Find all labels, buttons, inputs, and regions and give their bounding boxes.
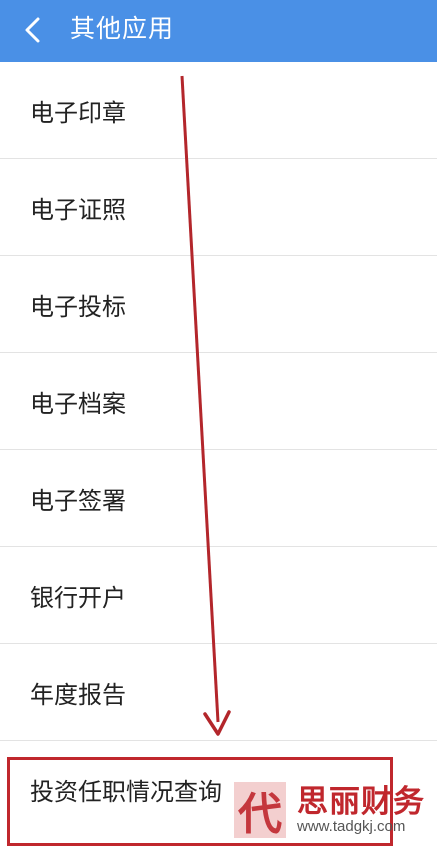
list-item-bank-account-opening[interactable]: 银行开户: [0, 547, 437, 644]
list-item-electronic-signing[interactable]: 电子签署: [0, 450, 437, 547]
list-item-electronic-bidding[interactable]: 电子投标: [0, 256, 437, 353]
list-item-annual-report[interactable]: 年度报告: [0, 644, 437, 741]
chevron-left-icon[interactable]: [18, 14, 48, 46]
app-header: 其他应用: [0, 0, 437, 62]
page-title: 其他应用: [70, 14, 175, 43]
watermark-url: www.tadgkj.com: [297, 818, 406, 835]
list-item-electronic-license[interactable]: 电子证照: [0, 159, 437, 256]
watermark-name: 思丽财务: [297, 784, 425, 820]
watermark-stamp: 代: [234, 782, 286, 840]
list-item-electronic-archive[interactable]: 电子档案: [0, 353, 437, 450]
app-list: 电子印章 电子证照 电子投标 电子档案 电子签署 银行开户 年度报告 投资任职情…: [0, 62, 437, 838]
list-item-electronic-seal[interactable]: 电子印章: [0, 62, 437, 159]
